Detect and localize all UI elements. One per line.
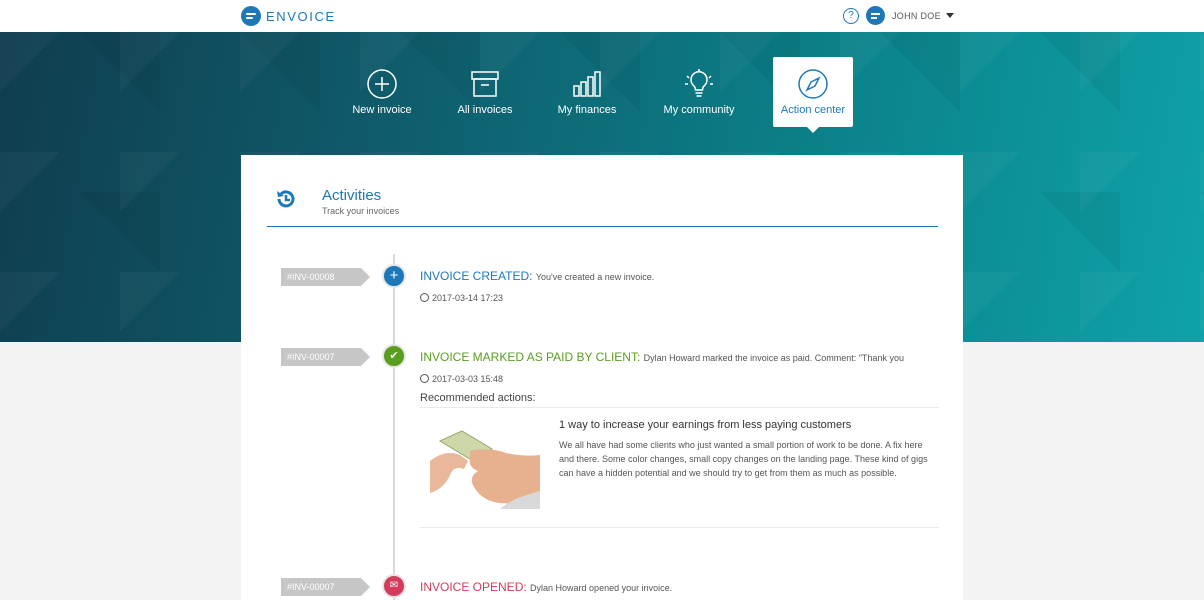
help-icon[interactable]: ? [843,8,859,24]
nav-all-invoices[interactable]: All invoices [440,60,530,130]
archive-box-icon [469,68,501,100]
envoice-logo-icon [241,6,261,26]
event-time: 2017-03-14 17:23 [420,293,503,303]
activities-card: Activities Track your invoices #INV-0000… [241,155,963,600]
brand-logo[interactable]: ENVOICE [241,5,336,27]
event-time: 2017-03-03 15:48 [420,374,503,384]
article-title[interactable]: 1 way to increase your earnings from les… [559,419,851,431]
event-time-text: 2017-03-14 17:23 [432,293,504,303]
user-name[interactable]: JOHN DOE [892,11,941,21]
article-body: We all have had some clients who just wa… [559,440,928,478]
history-icon [277,190,295,208]
header-divider [267,226,938,227]
envelope-open-icon: ✉ [382,574,406,598]
user-avatar[interactable] [866,6,885,25]
nav-label: All invoices [457,104,513,116]
event-detail: You've created a new invoice. [535,272,655,282]
check-icon: ✔ [382,344,406,368]
hand-money-illustration-icon [430,430,540,509]
clock-icon [420,293,429,302]
recommended-actions-title: Recommended actions: [420,392,536,404]
timeline-line [393,254,395,600]
nav-action-center[interactable]: Action center [768,60,858,130]
clock-icon [420,374,429,383]
event-detail: Dylan Howard opened your invoice. [530,583,673,593]
top-bar: ENVOICE ? JOHN DOE [0,0,1204,33]
event-heading: INVOICE MARKED AS PAID BY CLIENT: Dylan … [420,350,904,364]
nav-my-finances[interactable]: My finances [542,60,632,130]
nav-label: My finances [557,104,617,116]
nav-label: New invoice [352,104,412,116]
user-menu-caret-icon[interactable] [946,13,954,18]
plus-icon: + [382,264,406,288]
activities-subtitle: Track your invoices [322,206,400,216]
plus-circle-icon [366,68,398,100]
nav-new-invoice[interactable]: New invoice [337,60,427,130]
event-label: INVOICE MARKED AS PAID BY CLIENT: [420,350,641,364]
invoice-tag[interactable]: #INV-00007 [281,348,370,366]
invoice-tag[interactable]: #INV-00008 [281,268,370,286]
event-time-text: 2017-03-03 15:48 [432,374,504,384]
event-heading: INVOICE OPENED: Dylan Howard opened your… [420,580,672,594]
article-thumbnail[interactable] [430,421,540,509]
invoice-tag[interactable]: #INV-00007 [281,578,370,596]
divider [420,527,939,528]
brand-name: ENVOICE [266,8,336,24]
activities-title: Activities [322,187,382,204]
event-heading: INVOICE CREATED: You've created a new in… [420,269,654,283]
event-detail: Dylan Howard marked the invoice as paid.… [643,353,904,363]
lightbulb-icon [683,68,715,100]
nav-my-community[interactable]: My community [654,60,744,130]
divider [420,407,939,408]
nav-label: My community [663,104,735,116]
bar-chart-icon [571,68,603,100]
event-label: INVOICE CREATED: [420,269,533,283]
nav-label: Action center [780,104,846,116]
compass-icon [797,68,829,100]
event-label: INVOICE OPENED: [420,580,527,594]
